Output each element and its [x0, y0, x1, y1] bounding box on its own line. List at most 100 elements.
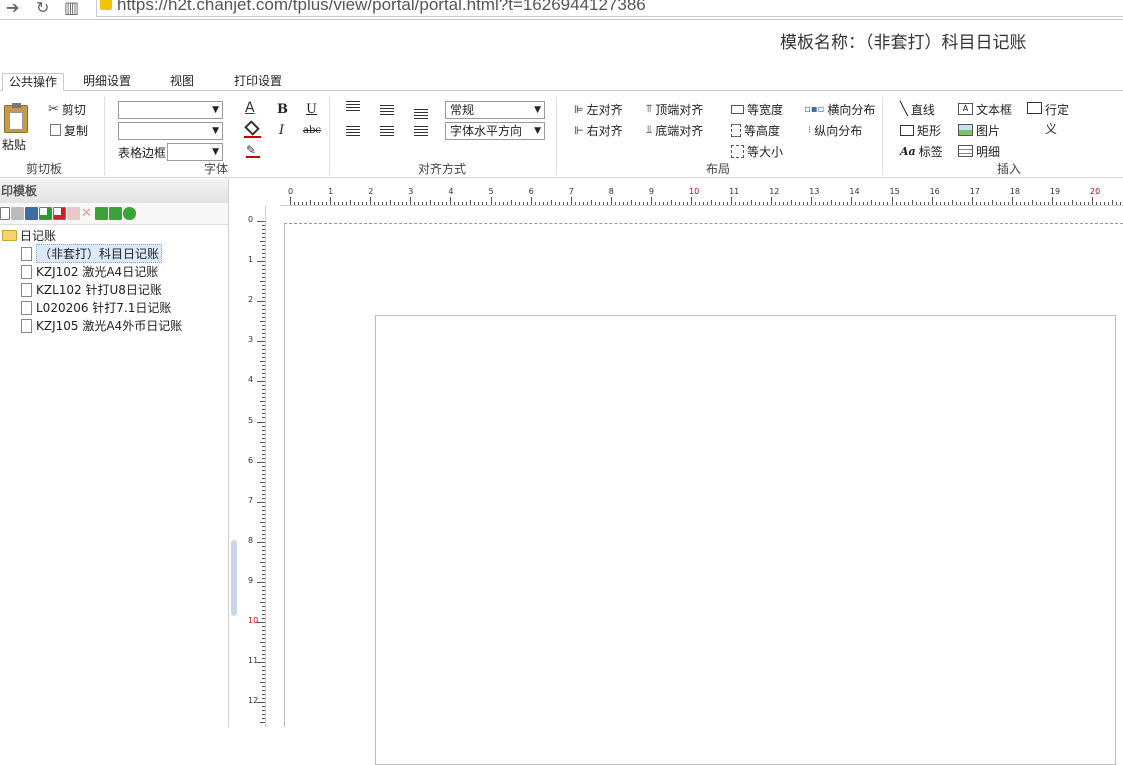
ruler-tick [911, 200, 913, 205]
copy-button[interactable]: 复制 [50, 122, 88, 138]
equal-width-button[interactable]: 等宽度 [731, 101, 783, 117]
ruler-tick [1083, 202, 1085, 205]
align-center-icon[interactable] [380, 126, 394, 137]
panel-splitter[interactable] [231, 540, 237, 616]
ruler-tick [747, 202, 749, 205]
italic-button[interactable]: I [279, 123, 284, 138]
align-top-icon[interactable] [346, 101, 360, 112]
right-align-button[interactable]: ⊩ 右对齐 [574, 122, 623, 138]
ruler-tick [262, 638, 265, 640]
url-field[interactable]: https://h2t.chanjet.com/tplus/view/porta… [96, 0, 1123, 17]
ruler-tick [257, 662, 265, 664]
ruler-tick [390, 200, 392, 205]
tree-item[interactable]: KZJ105 激光A4外币日记账 [21, 317, 182, 334]
ruler-tick-label: 11 [729, 187, 740, 196]
template-panel: 印模板 ✕ 日记账 （非套打）科目日记账 KZJ102 激光A4日记账 KZL1… [0, 179, 229, 727]
import-icon[interactable] [95, 207, 108, 220]
save-icon[interactable] [11, 207, 24, 220]
ruler-tick [422, 202, 424, 205]
tab-print-settings[interactable]: 打印设置 [228, 73, 288, 91]
paste-button[interactable]: 粘贴 [2, 103, 30, 152]
ruler-tick [262, 537, 265, 539]
align-left-icon[interactable] [346, 126, 360, 137]
export-icon[interactable] [109, 207, 122, 220]
align-bottom-icon[interactable] [414, 109, 428, 120]
ruler-tick [262, 329, 265, 331]
ruler-tick [262, 626, 265, 627]
trash-icon[interactable]: ▥ [64, 0, 79, 17]
ruler-tick [257, 301, 265, 303]
align-right-icon[interactable] [414, 126, 428, 137]
insert-textbox-button[interactable]: A 文本框 [958, 101, 1012, 117]
tree-item[interactable]: L020206 针打7.1日记账 [21, 299, 171, 316]
equal-height-button[interactable]: 等高度 [731, 122, 780, 138]
new-file-icon[interactable] [0, 207, 10, 220]
insert-image-button[interactable]: 图片 [958, 122, 1000, 138]
h-distribute-button[interactable]: ▫▪▫ 横向分布 [804, 101, 875, 117]
bottom-align-button[interactable]: ⫫ 底端对齐 [646, 122, 703, 138]
insert-line-button[interactable]: ╲ 直线 [900, 101, 935, 117]
insert-rect-button[interactable]: 矩形 [900, 122, 941, 138]
design-page[interactable] [284, 223, 1123, 765]
ruler-tick [594, 202, 596, 205]
table-border-select[interactable]: ▼ [167, 143, 223, 161]
ruler-tick [867, 202, 869, 205]
text-direction-select[interactable]: 字体水平方向 ▼ [445, 122, 545, 140]
edit-icon[interactable] [67, 207, 80, 220]
ruler-tick [257, 421, 265, 423]
tree-item[interactable]: （非套打）科目日记账 [21, 244, 163, 263]
delete-icon[interactable]: ✕ [81, 207, 94, 220]
ruler-tick [975, 202, 977, 205]
text-style-select[interactable]: 常规 ▼ [445, 101, 545, 119]
ruler-tick [727, 202, 729, 205]
ruler-tick [903, 202, 905, 205]
strikethrough-button[interactable]: abc [303, 125, 321, 136]
ruler-tick [262, 569, 265, 571]
font-family-select[interactable]: ▼ [118, 101, 223, 119]
ruler-tick [262, 597, 265, 599]
ruler-tick [262, 589, 265, 591]
bold-button[interactable]: B [277, 102, 288, 117]
refresh-icon[interactable] [123, 207, 136, 220]
tab-common[interactable]: 公共操作 [2, 73, 65, 91]
ruler-tick [458, 202, 460, 205]
ruler-tick [262, 646, 265, 648]
tree-item[interactable]: KZL102 针打U8日记账 [21, 281, 162, 298]
insert-label-button[interactable]: Aa 标签 [900, 143, 943, 159]
text-direction-value: 字体水平方向 [450, 124, 523, 138]
ruler-tick-label: 8 [608, 187, 614, 196]
border-color-button[interactable]: ✎ [246, 143, 262, 159]
v-distribute-button[interactable]: ⁝ 纵向分布 [808, 122, 862, 138]
equal-size-button[interactable]: 等大小 [731, 143, 783, 159]
ruler-tick [262, 605, 265, 607]
ruler-tick [262, 269, 265, 271]
insert-detail-button[interactable]: 明细 [958, 143, 1000, 159]
disable-icon[interactable] [53, 207, 66, 220]
ruler-tick [257, 501, 265, 503]
row-definition-button[interactable]: 行定 义 [1027, 101, 1077, 141]
underline-button[interactable]: U [306, 102, 317, 117]
ruler-tick [406, 202, 408, 205]
cut-button[interactable]: ✂ 剪切 [48, 101, 86, 117]
font-color-button[interactable]: A [245, 100, 261, 118]
tab-view[interactable]: 视图 [164, 73, 200, 91]
top-align-button[interactable]: ⫪ 顶端对齐 [646, 101, 703, 117]
ruler-tick [262, 405, 265, 407]
ruler-tick [262, 517, 265, 519]
tab-detail-settings[interactable]: 明细设置 [77, 73, 137, 91]
font-size-select[interactable]: ▼ [118, 122, 223, 140]
ruler-tick [260, 481, 265, 483]
reload-icon[interactable]: ↻ [36, 0, 49, 17]
fill-color-button[interactable] [244, 120, 262, 138]
left-align-button[interactable]: ⊫ 左对齐 [574, 101, 623, 117]
ruler-tick-label: 5 [488, 187, 494, 196]
forward-icon[interactable]: ➔ [6, 0, 19, 17]
tree-item[interactable]: KZJ102 激光A4日记账 [21, 263, 158, 280]
properties-icon[interactable] [25, 207, 38, 220]
tree-folder-journal[interactable]: 日记账 [2, 227, 56, 244]
ruler-tick-label: 5 [248, 415, 254, 425]
ruler-tick-label: 15 [889, 187, 900, 196]
enable-icon[interactable] [39, 207, 52, 220]
align-middle-icon[interactable] [380, 105, 394, 116]
ruler-tick [262, 557, 265, 559]
